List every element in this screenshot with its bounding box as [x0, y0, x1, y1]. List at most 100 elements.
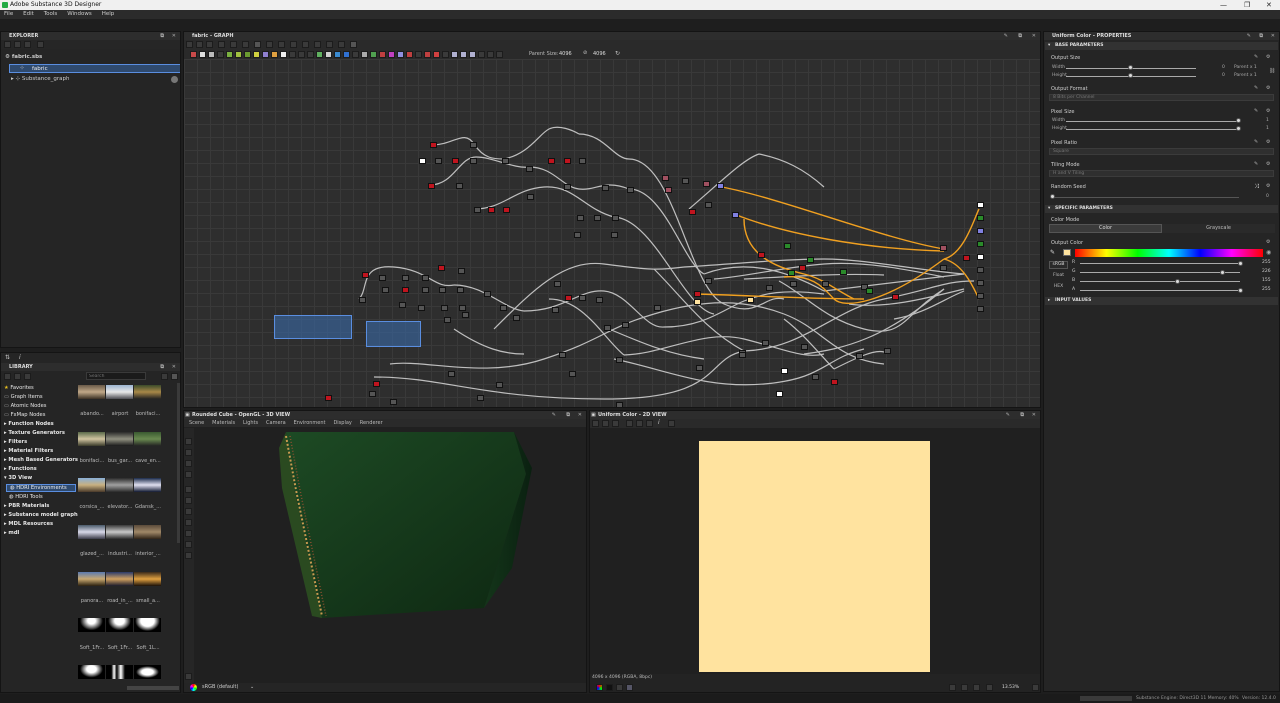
align-center-icon[interactable]: [254, 41, 261, 48]
node-palette-icon[interactable]: [298, 51, 305, 58]
reset-zoom-icon[interactable]: [973, 684, 980, 691]
category-functions[interactable]: ▸ Functions: [4, 466, 37, 472]
align-left-icon[interactable]: [242, 41, 249, 48]
category-mdl[interactable]: ▸ mdl: [4, 530, 19, 536]
category-mdl-resources[interactable]: ▸ MDL Resources: [4, 521, 53, 527]
pixel-height-value[interactable]: 1: [1266, 126, 1269, 131]
graph-node[interactable]: [470, 158, 477, 164]
hdri-thumb[interactable]: [134, 525, 161, 539]
node-palette-icon[interactable]: [478, 51, 485, 58]
channels-icon[interactable]: [636, 420, 643, 427]
graph-node[interactable]: [399, 302, 406, 308]
graph-node[interactable]: [402, 287, 409, 293]
hdri-thumb[interactable]: [106, 385, 133, 399]
hdri-thumb[interactable]: [78, 432, 105, 446]
graph-node[interactable]: [373, 381, 380, 387]
refresh-icon[interactable]: ↻: [615, 50, 620, 57]
node-palette-icon[interactable]: [271, 51, 278, 58]
pin-icon[interactable]: ✎: [1006, 411, 1010, 419]
graph-node[interactable]: [359, 297, 366, 303]
settings-icon[interactable]: [185, 673, 192, 680]
graph-node[interactable]: [379, 275, 386, 281]
palette-icon[interactable]: ◉: [1266, 249, 1271, 256]
cube-icon[interactable]: [185, 519, 192, 526]
graph-node[interactable]: [689, 209, 696, 215]
menu-renderer[interactable]: Renderer: [357, 419, 386, 427]
node-palette-icon[interactable]: [334, 51, 341, 58]
node-palette-icon[interactable]: [406, 51, 413, 58]
node-palette-icon[interactable]: [253, 51, 260, 58]
hdri-thumb[interactable]: [78, 525, 105, 539]
graph-node[interactable]: [616, 357, 623, 363]
category-hdri-tools[interactable]: ◍ HDRI Tools: [9, 494, 43, 500]
filter-icon[interactable]: [4, 373, 11, 380]
hdri-thumb[interactable]: [78, 665, 105, 679]
render-icon[interactable]: [185, 460, 192, 467]
node-palette-icon[interactable]: [469, 51, 476, 58]
pixel-width-slider[interactable]: [1066, 121, 1238, 122]
graph-node[interactable]: [940, 245, 947, 251]
info-icon[interactable]: i: [19, 354, 21, 361]
graph-node[interactable]: [452, 158, 459, 164]
graph-node[interactable]: [866, 288, 873, 294]
library-close-icon[interactable]: ✕: [172, 363, 176, 371]
menu-windows[interactable]: Windows: [63, 10, 96, 19]
new-icon[interactable]: [4, 41, 11, 48]
height-parent-label[interactable]: Parent x 1: [1234, 73, 1257, 78]
sphere-icon[interactable]: [185, 530, 192, 537]
settings-icon[interactable]: ⚙: [1266, 108, 1270, 114]
graph-node[interactable]: [840, 269, 847, 275]
lock-icon[interactable]: ⊘: [583, 50, 587, 56]
link-icon[interactable]: ✎: [1254, 139, 1258, 145]
zoom-out-icon[interactable]: [986, 684, 993, 691]
graph-node[interactable]: [390, 399, 397, 405]
axes-icon[interactable]: [185, 497, 192, 504]
menu-edit[interactable]: Edit: [19, 10, 38, 19]
pixel-width-value[interactable]: 1: [1266, 118, 1269, 123]
category-3d-view[interactable]: ▾ 3D View: [4, 475, 32, 481]
colorspace-select[interactable]: sRGB (default): [202, 684, 238, 690]
menu-materials[interactable]: Materials: [209, 419, 238, 427]
node-palette-icon[interactable]: [379, 51, 386, 58]
pixel-width-knob[interactable]: [1236, 118, 1241, 123]
node-palette-icon[interactable]: [451, 51, 458, 58]
graph-node[interactable]: [766, 285, 773, 291]
link-icon[interactable]: ✎: [1254, 85, 1258, 91]
node-palette-icon[interactable]: [433, 51, 440, 58]
graph-node[interactable]: [470, 142, 477, 148]
graph-node[interactable]: [963, 255, 970, 261]
graph-node[interactable]: [456, 183, 463, 189]
graph-node[interactable]: [526, 166, 533, 172]
graph-node[interactable]: [758, 252, 765, 258]
graph-node[interactable]: [569, 371, 576, 377]
output-node[interactable]: [977, 280, 984, 286]
graph-node[interactable]: [831, 379, 838, 385]
width-value[interactable]: 0: [1222, 65, 1225, 70]
settings-icon[interactable]: ⚙: [1266, 139, 1270, 145]
align-right-icon[interactable]: [266, 41, 273, 48]
hdri-thumb[interactable]: [106, 478, 133, 492]
node-palette-icon[interactable]: [361, 51, 368, 58]
grid-view-icon[interactable]: [161, 373, 168, 380]
tiling-icon[interactable]: [626, 420, 633, 427]
graph-node[interactable]: [428, 183, 435, 189]
channel-value[interactable]: 255: [1262, 287, 1271, 292]
channel-slider-knob[interactable]: [1219, 270, 1225, 275]
node-palette-icon[interactable]: [352, 51, 359, 58]
node-palette-icon[interactable]: [262, 51, 269, 58]
menu-lights[interactable]: Lights: [240, 419, 261, 427]
hdri-thumb[interactable]: [106, 432, 133, 446]
graph-node[interactable]: [488, 207, 495, 213]
node-palette-icon[interactable]: [415, 51, 422, 58]
list-view-icon[interactable]: [171, 373, 178, 380]
settings-icon[interactable]: ⚙: [1266, 54, 1270, 60]
graph-node[interactable]: [717, 183, 724, 189]
output-node[interactable]: [977, 306, 984, 312]
node-palette-icon[interactable]: [397, 51, 404, 58]
menu-camera[interactable]: Camera: [263, 419, 289, 427]
graph-node[interactable]: [781, 368, 788, 374]
hdri-thumb[interactable]: [134, 618, 161, 632]
graph-node[interactable]: [565, 295, 572, 301]
graph-node[interactable]: [940, 265, 947, 271]
graph-comment-frame[interactable]: [366, 321, 421, 347]
